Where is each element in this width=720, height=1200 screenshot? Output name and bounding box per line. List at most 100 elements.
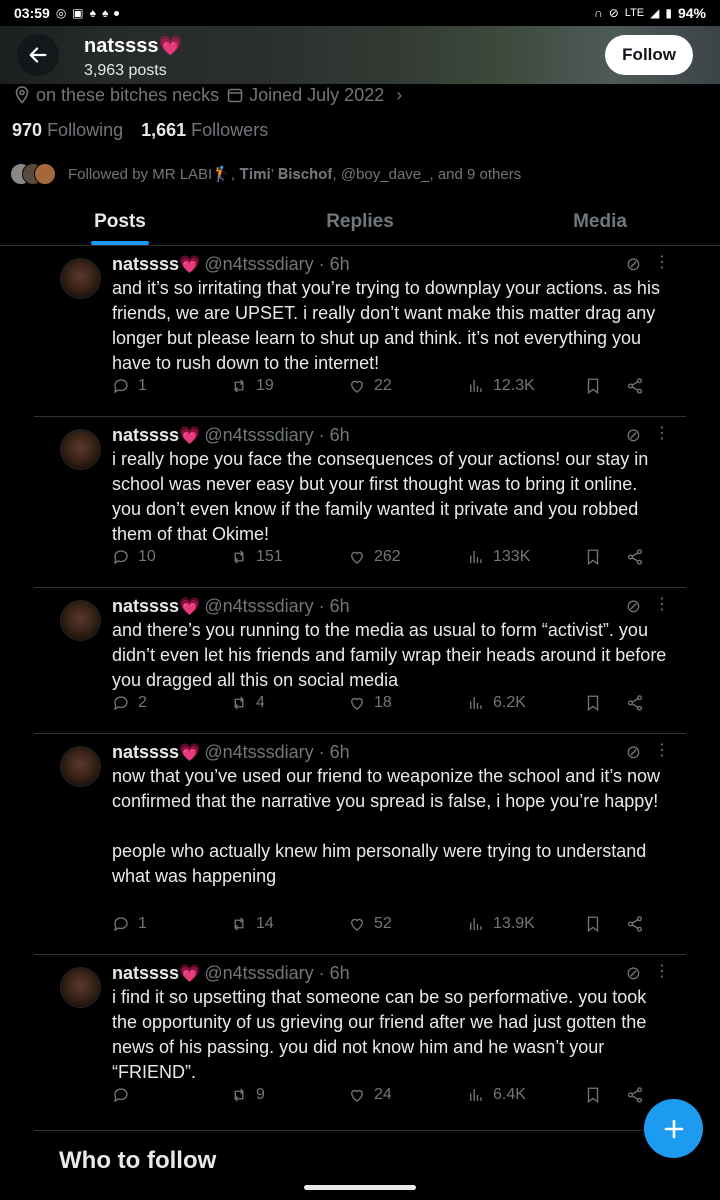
more-options-icon[interactable]: ⋮ [654, 423, 670, 443]
followers-count: 1,661 [141, 120, 187, 140]
joined-text: Joined July 2022 [249, 84, 385, 105]
avatar[interactable] [60, 967, 101, 1008]
tweet-author-name[interactable]: natssss [112, 963, 179, 983]
battery-level: 94% [677, 5, 706, 21]
share-button[interactable] [626, 377, 644, 395]
reply-button[interactable] [112, 1086, 138, 1104]
avatar[interactable] [60, 600, 101, 641]
bookmark-icon [587, 378, 599, 395]
tweet-author-name[interactable]: natssss [112, 254, 179, 274]
share-button[interactable] [626, 915, 644, 933]
tweet-header: natssss💗 @n4tsssdiary · 6h [112, 596, 350, 617]
avatar[interactable] [60, 746, 101, 787]
like-button[interactable]: 22 [348, 377, 392, 395]
tweet-header: natssss💗 @n4tsssdiary · 6h [112, 254, 350, 275]
grok-icon[interactable]: ⊘ [626, 963, 641, 984]
following-link[interactable]: 970 Following [12, 120, 123, 141]
bookmark-button[interactable] [584, 377, 602, 395]
reply-button[interactable]: 2 [112, 694, 147, 712]
back-button[interactable] [17, 34, 59, 76]
reply-button[interactable]: 1 [112, 377, 147, 395]
tweet-handle-time: @n4tsssdiary · 6h [204, 425, 350, 445]
grok-icon[interactable]: ⊘ [626, 425, 641, 446]
more-options-icon[interactable]: ⋮ [654, 252, 670, 272]
heart-emoji-icon: 💗 [179, 743, 201, 762]
bookmark-button[interactable] [584, 915, 602, 933]
whatsapp-icon: ◎ [55, 6, 67, 20]
grok-icon[interactable]: ⊘ [626, 742, 641, 763]
follow-button[interactable]: Follow [605, 35, 693, 75]
tweet-author-name[interactable]: natssss [112, 742, 179, 762]
grok-icon[interactable]: ⊘ [626, 596, 641, 617]
heart-emoji-icon: 💗 [179, 255, 201, 274]
reply-icon [113, 550, 128, 565]
avatar[interactable] [60, 429, 101, 470]
heart-emoji-icon: 💗 [179, 964, 201, 983]
bookmark-icon [587, 1087, 599, 1104]
bookmark-button[interactable] [584, 694, 602, 712]
reply-count: 1 [138, 915, 147, 932]
reply-icon [113, 379, 128, 394]
more-options-icon[interactable]: ⋮ [654, 594, 670, 614]
share-button[interactable] [626, 1086, 644, 1104]
tweet[interactable]: natssss💗 @n4tsssdiary · 6h ⊘ ⋮ and there’s y… [34, 588, 686, 734]
reply-button[interactable]: 10 [112, 548, 156, 566]
repost-button[interactable]: 151 [230, 548, 283, 566]
reply-count: 1 [138, 377, 147, 394]
tab-replies[interactable]: Replies [240, 198, 480, 245]
tweet-text: and it’s so irritating that you’re tryin… [112, 278, 665, 373]
followers-link[interactable]: 1,661 Followers [141, 120, 268, 141]
views-count: 6.2K [493, 694, 526, 711]
repost-icon [234, 550, 244, 564]
followed-by[interactable]: Followed by MR LABI🏌, 𝐓𝐢𝐦𝐢’ 𝐁𝐢𝐬𝐜𝐡𝐨𝐟, @bo… [10, 163, 521, 185]
repost-button[interactable]: 9 [230, 1086, 265, 1104]
like-button[interactable]: 262 [348, 548, 401, 566]
reply-count: 10 [138, 548, 156, 565]
views-button[interactable]: 13.9K [467, 915, 535, 933]
views-button[interactable]: 6.4K [467, 1086, 526, 1104]
repost-button[interactable]: 4 [230, 694, 265, 712]
more-options-icon[interactable]: ⋮ [654, 961, 670, 981]
repost-button[interactable]: 19 [230, 377, 274, 395]
home-indicator[interactable] [304, 1185, 416, 1190]
tweet-header: natssss💗 @n4tsssdiary · 6h [112, 742, 350, 763]
avatar[interactable] [60, 258, 101, 299]
headphones-icon: ∩ [594, 6, 603, 20]
share-button[interactable] [626, 548, 644, 566]
views-count: 12.3K [493, 377, 535, 394]
like-button[interactable]: 24 [348, 1086, 392, 1104]
repost-icon [234, 1088, 244, 1102]
heart-emoji-icon: 💗 [179, 426, 201, 445]
tweet[interactable]: natssss💗 @n4tsssdiary · 6h ⊘ ⋮ and it’s so i… [34, 246, 686, 417]
repost-count: 4 [256, 694, 265, 711]
bookmark-button[interactable] [584, 1086, 602, 1104]
tweet-author-name[interactable]: natssss [112, 596, 179, 616]
reply-button[interactable]: 1 [112, 915, 147, 933]
like-icon [351, 697, 363, 710]
views-button[interactable]: 6.2K [467, 694, 526, 712]
mute-icon: ⊘ [608, 6, 619, 20]
following-label: Following [47, 120, 124, 140]
share-icon [627, 1087, 643, 1103]
views-button[interactable]: 12.3K [467, 377, 535, 395]
followers-label: Followers [191, 120, 269, 140]
tweet-author-name[interactable]: natssss [112, 425, 179, 445]
share-button[interactable] [626, 694, 644, 712]
like-button[interactable]: 18 [348, 694, 392, 712]
grok-icon[interactable]: ⊘ [626, 254, 641, 275]
reply-count: 2 [138, 694, 147, 711]
tweet[interactable]: natssss💗 @n4tsssdiary · 6h ⊘ ⋮ i find it so … [34, 955, 686, 1131]
repost-button[interactable]: 14 [230, 915, 274, 933]
compose-button[interactable] [644, 1099, 703, 1158]
views-button[interactable]: 133K [467, 548, 530, 566]
like-button[interactable]: 52 [348, 915, 392, 933]
more-options-icon[interactable]: ⋮ [654, 740, 670, 760]
bookmark-button[interactable] [584, 548, 602, 566]
tweet[interactable]: natssss💗 @n4tsssdiary · 6h ⊘ ⋮ i really hope… [34, 417, 686, 588]
profile-header: natssss💗 3,963 posts Follow [0, 26, 720, 84]
tweet-text: i find it so upsetting that someone can … [112, 987, 652, 1082]
tab-media[interactable]: Media [480, 198, 720, 245]
tab-posts[interactable]: Posts [0, 198, 240, 245]
chevron-right-icon[interactable]: › [396, 85, 402, 106]
tweet[interactable]: natssss💗 @n4tsssdiary · 6h ⊘ ⋮ now that you’… [34, 734, 686, 955]
